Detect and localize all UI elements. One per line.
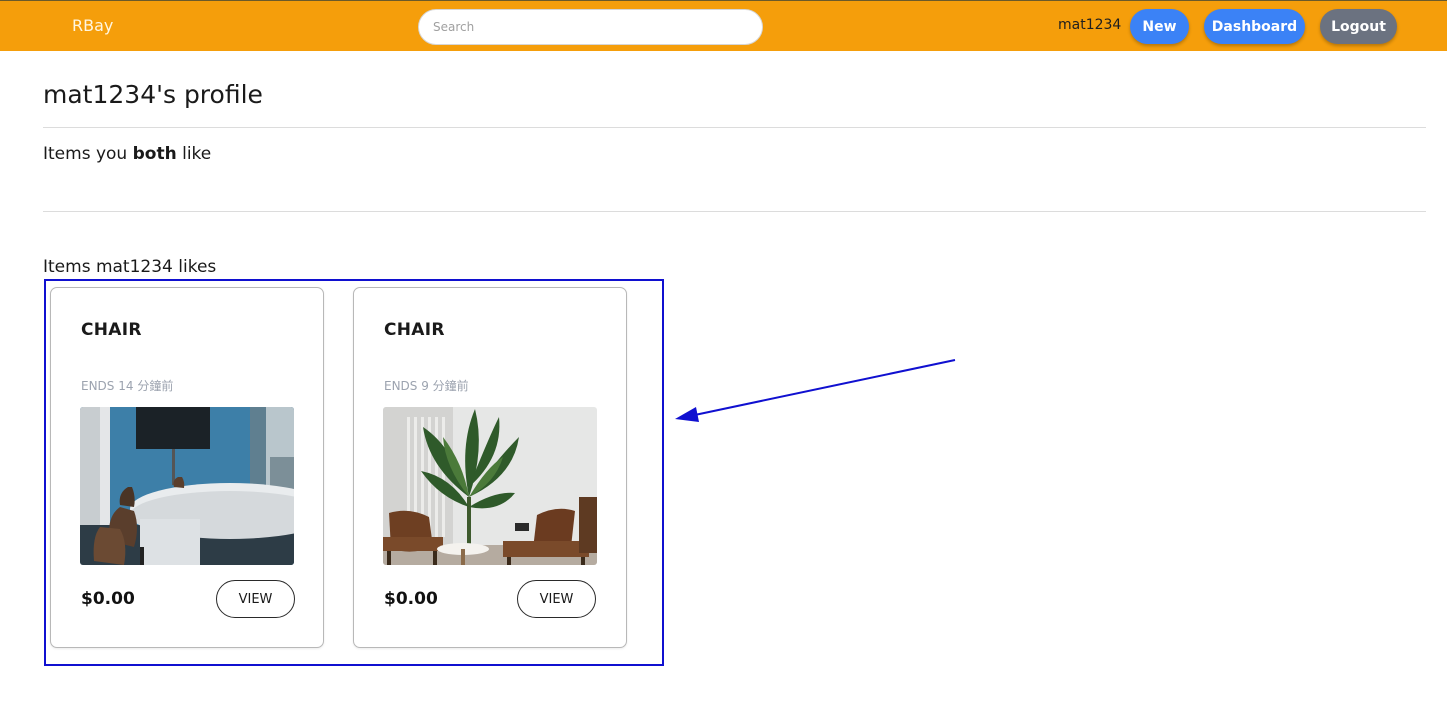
current-username: mat1234 (1058, 17, 1122, 33)
item-price: $0.00 (384, 589, 438, 609)
item-image (80, 407, 294, 565)
both-like-prefix: Items you (43, 144, 133, 164)
item-image (383, 407, 597, 565)
item-ends-time: ENDS 9 分鐘前 (384, 379, 469, 393)
user-likes-heading: Items mat1234 likes (43, 257, 217, 277)
item-ends-time: ENDS 14 分鐘前 (81, 379, 174, 393)
top-navbar: RBay mat1234 New Dashboard Logout (0, 0, 1447, 51)
view-item-button[interactable]: VIEW (517, 580, 596, 618)
divider (43, 211, 1426, 212)
view-item-button[interactable]: VIEW (216, 580, 295, 618)
item-title: CHAIR (384, 320, 445, 340)
both-like-suffix: like (176, 144, 212, 164)
both-like-heading: Items you both like (43, 144, 211, 164)
search-input[interactable] (418, 9, 763, 45)
item-title: CHAIR (81, 320, 142, 340)
brand-logo-link[interactable]: RBay (72, 16, 113, 35)
item-card: CHAIR ENDS 9 分鐘前 $0.00 VIEW (353, 287, 627, 648)
new-button[interactable]: New (1130, 9, 1189, 44)
page-title: mat1234's profile (43, 80, 263, 109)
both-like-bold: both (132, 144, 177, 164)
divider (43, 127, 1426, 128)
item-card: CHAIR ENDS 14 分鐘前 $0.00 VIEW (50, 287, 324, 648)
item-price: $0.00 (81, 589, 135, 609)
logout-button[interactable]: Logout (1320, 9, 1397, 44)
annotation-arrow-icon (675, 359, 956, 422)
dashboard-button[interactable]: Dashboard (1204, 9, 1305, 44)
